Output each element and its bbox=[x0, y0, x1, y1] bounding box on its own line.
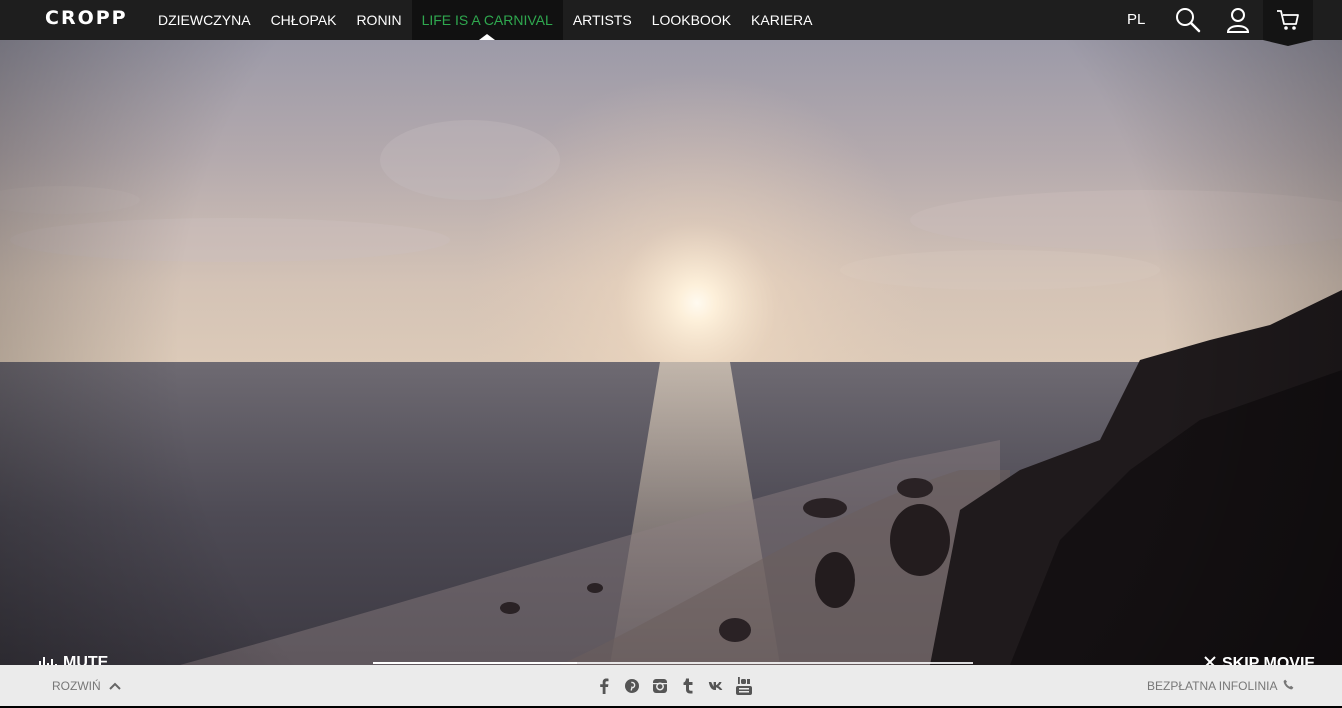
cropp-logo[interactable]: CROPP bbox=[45, 7, 128, 29]
language-selector[interactable]: PL bbox=[1127, 0, 1145, 40]
vk-icon[interactable] bbox=[708, 677, 724, 695]
search-icon[interactable] bbox=[1174, 6, 1202, 34]
free-helpline[interactable]: BEZPŁATNA INFOLINIA bbox=[1147, 665, 1294, 706]
nav-item-ronin[interactable]: RONIN bbox=[346, 0, 411, 40]
phone-icon bbox=[1283, 665, 1294, 707]
video-progress-fill bbox=[373, 662, 577, 664]
pinterest-icon[interactable] bbox=[624, 677, 640, 695]
chevron-up-icon bbox=[108, 664, 121, 708]
nav-item-lookbook[interactable]: LOOKBOOK bbox=[642, 0, 741, 40]
user-icon[interactable] bbox=[1224, 6, 1252, 34]
nav-item-dziewczyna[interactable]: DZIEWCZYNA bbox=[148, 0, 261, 40]
video-progress-bar[interactable] bbox=[373, 662, 973, 664]
nav-item-artists[interactable]: ARTISTS bbox=[563, 0, 642, 40]
sunset-video-frame bbox=[0, 40, 1342, 665]
expand-footer-button[interactable]: ROZWIŃ bbox=[52, 665, 121, 706]
expand-label: ROZWIŃ bbox=[52, 678, 101, 693]
skip-movie-label: SKIP MOVIE bbox=[1222, 655, 1316, 665]
youtube-icon[interactable] bbox=[736, 677, 752, 695]
nav-item-kariera[interactable]: KARIERA bbox=[741, 0, 822, 40]
tumblr-icon[interactable] bbox=[680, 677, 696, 695]
main-nav: DZIEWCZYNA CHŁOPAK RONIN LIFE IS A CARNI… bbox=[148, 0, 823, 40]
top-navigation-bar: CROPP DZIEWCZYNA CHŁOPAK RONIN LIFE IS A… bbox=[0, 0, 1342, 46]
nav-item-life-is-a-carnival[interactable]: LIFE IS A CARNIVAL bbox=[411, 0, 563, 40]
active-caret-icon bbox=[479, 34, 496, 40]
social-links bbox=[596, 677, 752, 695]
nav-item-label: LIFE IS A CARNIVAL bbox=[421, 12, 553, 28]
footer-bar: ROZWIŃ BEZPŁATNA INFOLINIA bbox=[0, 665, 1342, 706]
facebook-icon[interactable] bbox=[596, 677, 612, 695]
nav-item-chlopak[interactable]: CHŁOPAK bbox=[261, 0, 347, 40]
instagram-icon[interactable] bbox=[652, 677, 668, 695]
close-icon bbox=[1204, 655, 1216, 665]
cart-button[interactable] bbox=[1263, 0, 1313, 46]
hero-video[interactable]: MUTE SKIP MOVIE bbox=[0, 40, 1342, 665]
helpline-label: BEZPŁATNA INFOLINIA bbox=[1147, 678, 1278, 693]
skip-movie-button[interactable]: SKIP MOVIE bbox=[1204, 655, 1315, 665]
cart-icon bbox=[1277, 10, 1299, 30]
